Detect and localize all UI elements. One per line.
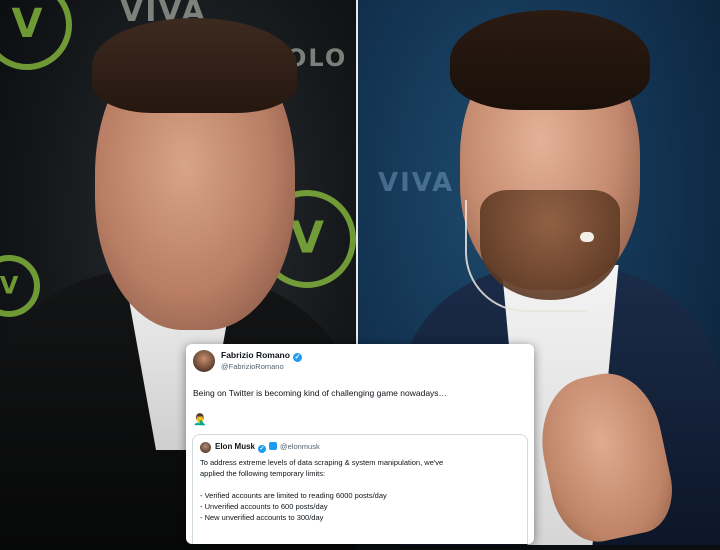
verified-badge-icon: ✓ bbox=[292, 353, 302, 362]
quote-author-avatar[interactable] bbox=[200, 442, 211, 453]
left-person-hair bbox=[92, 18, 297, 113]
headset-mic-icon bbox=[580, 232, 594, 242]
author-avatar[interactable] bbox=[193, 350, 215, 372]
viva-logo-icon bbox=[0, 0, 72, 70]
quote-author-handle[interactable]: @elonmusk bbox=[280, 442, 320, 451]
tweet-card: Fabrizio Romano ✓ @FabrizioRomano Being o… bbox=[186, 344, 534, 544]
quote-author-name[interactable]: Elon Musk bbox=[215, 442, 255, 451]
affiliation-badge-icon bbox=[269, 442, 278, 450]
quote-text-line: applied the following temporary limits: bbox=[200, 469, 326, 478]
event-sign: VIVA bbox=[378, 168, 455, 198]
right-person-hair bbox=[450, 10, 650, 110]
author-name[interactable]: Fabrizio Romano bbox=[221, 350, 290, 360]
quote-text-line: - Unverified accounts to 600 posts/day bbox=[200, 502, 328, 511]
quoted-tweet[interactable]: Elon Musk ✓ @elonmusk To address extreme l… bbox=[192, 434, 528, 544]
quote-text-line: - Verified accounts are limited to readi… bbox=[200, 491, 387, 500]
quote-text-line: To address extreme levels of data scrapi… bbox=[200, 458, 444, 467]
verified-badge-icon: ✓ bbox=[258, 445, 267, 453]
quote-author-row: Elon Musk ✓ @elonmusk bbox=[215, 442, 320, 453]
headset-mic-wire bbox=[465, 200, 587, 312]
author-handle[interactable]: @FabrizioRomano bbox=[221, 362, 284, 371]
facepalm-emoji-icon: 🤦‍♂️ bbox=[193, 414, 207, 426]
tweet-text: Being on Twitter is becoming kind of cha… bbox=[193, 388, 448, 398]
author-name-row: Fabrizio Romano ✓ bbox=[221, 350, 302, 362]
quote-text-line: - New unverified accounts to 300/day bbox=[200, 513, 324, 522]
